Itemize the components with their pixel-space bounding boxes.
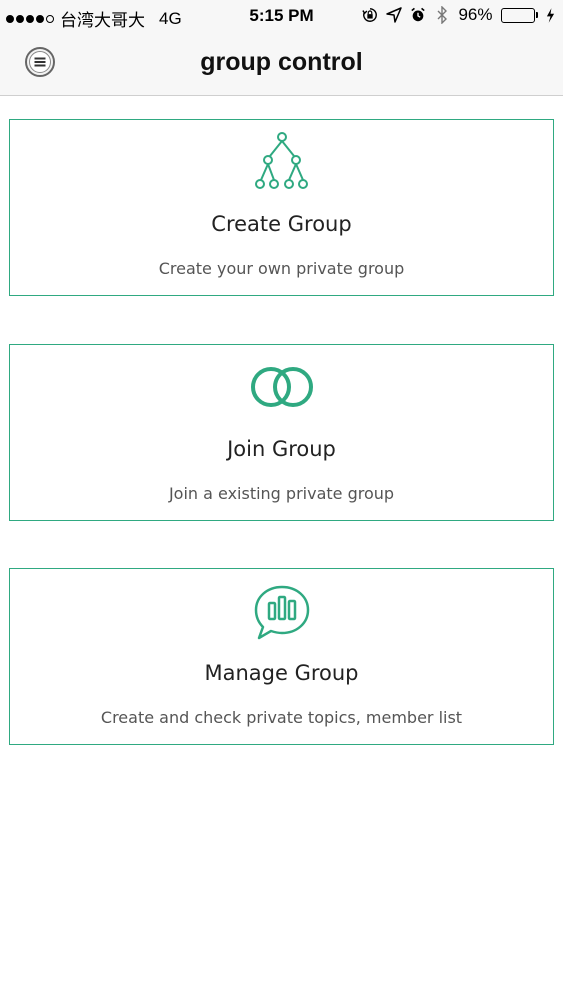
create-group-description: Create your own private group	[158, 259, 405, 278]
battery-percent: 96%	[458, 5, 493, 24]
status-right: 96%	[362, 5, 555, 25]
location-arrow-icon	[386, 7, 403, 23]
join-group-card[interactable]: Join Group Join a existing private group	[9, 344, 554, 521]
charging-bolt-icon	[546, 7, 555, 23]
alarm-icon	[411, 7, 426, 22]
hierarchy-tree-icon	[254, 132, 308, 189]
lock-rotation-icon	[362, 8, 378, 22]
status-bar: 台湾大哥大 4G 5:15 PM 96%	[0, 0, 563, 32]
join-group-description: Join a existing private group	[168, 484, 395, 503]
navigation-bar: group control	[0, 32, 563, 96]
interlocking-rings-icon	[250, 367, 313, 407]
create-group-title: Create Group	[211, 212, 352, 236]
manage-group-title: Manage Group	[204, 661, 359, 685]
bluetooth-icon	[437, 6, 448, 24]
battery-icon	[500, 7, 538, 23]
manage-group-description: Create and check private topics, member …	[100, 708, 463, 727]
manage-group-card[interactable]: Manage Group Create and check private to…	[9, 568, 554, 745]
create-group-card[interactable]: Create Group Create your own private gro…	[9, 119, 554, 296]
page-title: group control	[200, 48, 363, 76]
chat-bar-chart-icon	[254, 585, 309, 640]
join-group-title: Join Group	[227, 437, 336, 461]
